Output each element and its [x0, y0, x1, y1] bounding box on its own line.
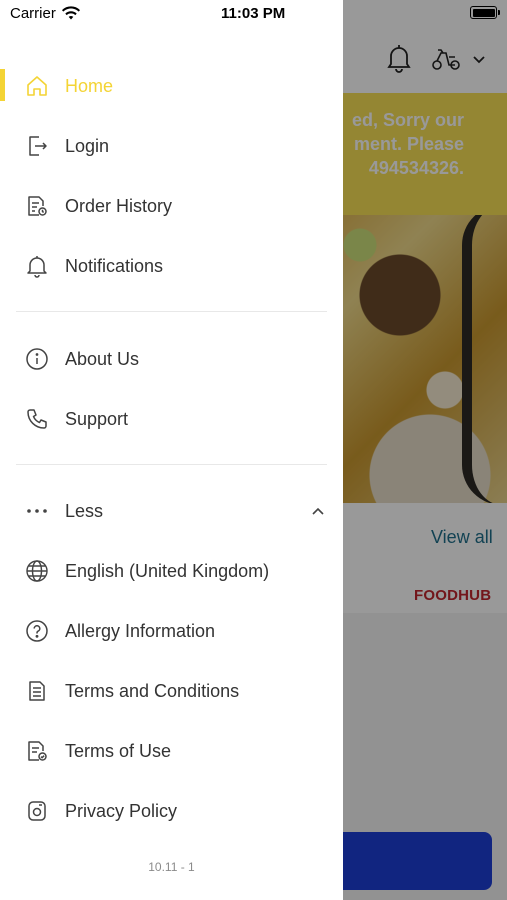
menu-item-privacy-policy[interactable]: Privacy Policy	[0, 781, 343, 841]
menu-item-label: Privacy Policy	[65, 800, 178, 821]
menu-item-about-us[interactable]: About Us	[0, 329, 343, 389]
phone-icon	[24, 406, 50, 432]
menu-item-support[interactable]: Support	[0, 389, 343, 449]
menu-item-label: About Us	[65, 348, 140, 369]
bell-icon	[24, 253, 50, 279]
menu-item-allergy-information[interactable]: Allergy Information	[0, 601, 343, 661]
more-dots-icon	[24, 498, 50, 524]
app-version: 10.11 - 1	[148, 860, 195, 874]
menu-item-terms-and-conditions[interactable]: Terms and Conditions	[0, 661, 343, 721]
privacy-icon	[24, 798, 50, 824]
globe-icon	[24, 558, 50, 584]
menu-item-label: English (United Kingdom)	[65, 560, 270, 581]
status-time: 11:03 PM	[221, 5, 286, 22]
menu-item-label: Login	[65, 135, 110, 156]
menu-item-label: Allergy Information	[65, 620, 216, 641]
document-check-icon	[24, 738, 50, 764]
menu-item-label: Terms and Conditions	[65, 680, 240, 701]
document-icon	[24, 678, 50, 704]
status-bar: Carrier 11:03 PM	[0, 0, 343, 28]
battery-icon	[470, 6, 500, 19]
carrier-label: Carrier	[10, 5, 56, 22]
menu-item-label: Terms of Use	[65, 740, 172, 761]
menu-item-label: Less	[65, 500, 104, 521]
menu-item-label: Home	[65, 75, 114, 96]
home-icon	[24, 73, 50, 99]
menu-item-order-history[interactable]: Order History	[0, 176, 343, 236]
login-icon	[24, 133, 50, 159]
chevron-up-icon[interactable]	[310, 503, 326, 519]
divider	[16, 464, 327, 465]
side-drawer: Carrier 11:03 PM Home Login Order Histor…	[0, 0, 343, 900]
menu-item-label: Order History	[65, 195, 173, 216]
menu-item-login[interactable]: Login	[0, 116, 343, 176]
menu-item-language[interactable]: English (United Kingdom)	[0, 541, 343, 601]
question-icon	[24, 618, 50, 644]
menu-item-home[interactable]: Home	[0, 56, 343, 116]
order-history-icon	[24, 193, 50, 219]
info-icon	[24, 346, 50, 372]
menu-item-label: Support	[65, 408, 129, 429]
divider	[16, 311, 327, 312]
menu-item-terms-of-use[interactable]: Terms of Use	[0, 721, 343, 781]
menu-item-less[interactable]: Less	[0, 481, 343, 541]
menu-item-label: Notifications	[65, 255, 164, 276]
wifi-icon	[62, 6, 80, 20]
menu-item-notifications[interactable]: Notifications	[0, 236, 343, 296]
